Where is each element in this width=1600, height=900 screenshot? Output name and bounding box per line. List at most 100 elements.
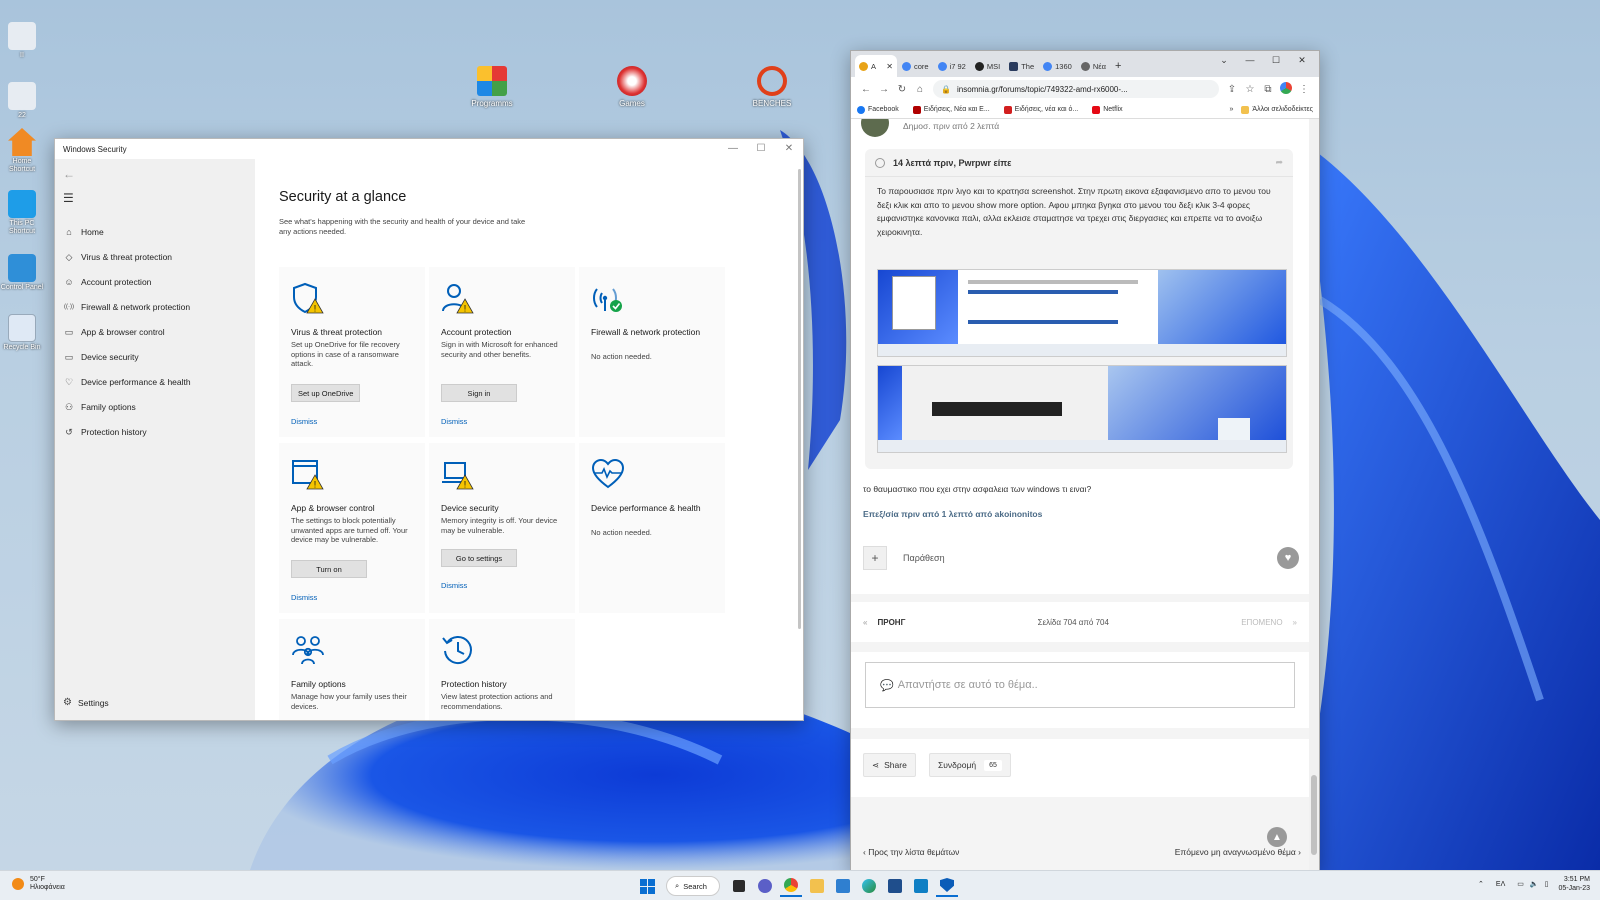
setup-onedrive-button[interactable]: Set up OneDrive [291, 384, 361, 402]
screenshot-image-1[interactable] [877, 269, 1287, 357]
avatar[interactable] [861, 119, 889, 137]
more-menu-icon[interactable]: ⋮ [1295, 84, 1313, 95]
battery-icon[interactable]: ▯ [1545, 880, 1549, 888]
turn-on-button[interactable]: Turn on [291, 560, 367, 578]
sidebar-item-device-security[interactable]: ▭ Device security [55, 344, 255, 369]
new-tab-button[interactable]: + [1111, 55, 1125, 77]
minimize-button[interactable]: — [719, 139, 747, 157]
close-button[interactable]: ✕ [1289, 55, 1315, 66]
home-icon[interactable]: ⌂ [911, 84, 929, 95]
reply-input[interactable]: 💬 Απαντήστε σε αυτό το θέμα.. [865, 662, 1295, 708]
scroll-top-icon[interactable]: ▲ [1267, 827, 1287, 847]
tab-search-icon[interactable]: ⌄ [1211, 55, 1237, 66]
bookmark-facebook[interactable]: Facebook [857, 105, 899, 114]
edge-button[interactable] [858, 875, 880, 897]
sidebar-item-account[interactable]: ☺ Account protection [55, 269, 255, 294]
sidebar-item-virus[interactable]: ◇ Virus & threat protection [55, 244, 255, 269]
language-indicator[interactable]: ΕΛ [1496, 881, 1505, 888]
desktop-icon-programs[interactable]: Programms [460, 66, 524, 108]
bookmark-news2[interactable]: Ειδήσεις, νέα και ό... [1003, 105, 1078, 114]
share-icon[interactable]: ⇪ [1223, 84, 1241, 95]
sidebar-item-history[interactable]: ↺ Protection history [55, 419, 255, 444]
sidebar-item-home[interactable]: ⌂ Home [55, 219, 255, 244]
desktop-icon-controlpanel[interactable]: Control Panel [0, 254, 44, 292]
clock[interactable]: 3:51 PM 05-Jan-23 [1558, 875, 1590, 893]
photos-button[interactable] [832, 875, 854, 897]
forward-icon[interactable]: → [875, 84, 893, 95]
search-box[interactable]: ⌕ Search [666, 876, 720, 896]
tab-close-icon[interactable]: ✕ [886, 62, 893, 71]
tab-active[interactable]: A ✕ [855, 55, 897, 77]
double-chevron-right-icon[interactable]: » [1293, 618, 1297, 627]
tab[interactable]: The [1005, 55, 1038, 77]
dismiss-link[interactable]: Dismiss [291, 593, 317, 602]
dismiss-link[interactable]: Dismiss [441, 581, 467, 590]
chrome-taskbar-button[interactable] [780, 875, 802, 897]
heart-reaction-icon[interactable]: ♥ [1277, 547, 1299, 569]
sign-in-button[interactable]: Sign in [441, 384, 517, 402]
maximize-button[interactable]: ☐ [747, 139, 775, 157]
bookmarks-overflow-icon[interactable]: » [1230, 106, 1234, 113]
quote-link-icon[interactable]: ➦ [1275, 157, 1283, 168]
sidebar-item-firewall[interactable]: ((·)) Firewall & network protection [55, 294, 255, 319]
task-view-button[interactable] [728, 875, 750, 897]
bookmark-news1[interactable]: Ειδήσεις, Νέα και Ε... [912, 105, 990, 114]
tab[interactable]: MSI [971, 55, 1004, 77]
network-icon[interactable]: ▭ [1517, 880, 1524, 888]
extensions-icon[interactable]: ⧉ [1259, 84, 1277, 95]
file-explorer-button[interactable] [806, 875, 828, 897]
screenshot-image-2[interactable] [877, 365, 1287, 453]
next-page-button[interactable]: ΕΠΟΜΕΝΟ [1241, 618, 1282, 627]
sidebar-item-app-browser[interactable]: ▭ App & browser control [55, 319, 255, 344]
desktop-icon-1[interactable]: ΙΙ [0, 22, 44, 60]
multiquote-plus-button[interactable]: + [863, 546, 887, 570]
go-to-settings-button[interactable]: Go to settings [441, 549, 517, 567]
desktop-icon-benches[interactable]: BENCHES [740, 66, 804, 108]
windows-security-taskbar-button[interactable] [936, 875, 958, 897]
hamburger-menu-icon[interactable]: ☰ [63, 191, 74, 205]
desktop-icon-home[interactable]: Home Shortcut [0, 128, 44, 174]
chevron-up-icon[interactable]: ⌃ [1478, 880, 1484, 888]
tab[interactable]: core [898, 55, 933, 77]
minimize-button[interactable]: — [1237, 55, 1263, 66]
dismiss-link[interactable]: Dismiss [441, 417, 467, 426]
star-icon[interactable]: ☆ [1241, 84, 1259, 95]
subscribe-button[interactable]: Συνδρομή 65 [929, 753, 1011, 777]
desktop-icon-recycle[interactable]: Recycle Bin [0, 314, 44, 352]
other-bookmarks[interactable]: Άλλοι σελιδοδείκτες [1241, 105, 1313, 114]
sidebar-item-settings[interactable]: ⚙ Settings [63, 697, 109, 708]
weather-widget[interactable]: 50°F Ηλιοφάνεια [12, 876, 65, 892]
page-indicator[interactable]: Σελίδα 704 από 704 [1038, 618, 1109, 627]
store-button[interactable] [884, 875, 906, 897]
maximize-button[interactable]: ☐ [1263, 55, 1289, 66]
bookmark-netflix[interactable]: Netflix [1092, 105, 1123, 114]
back-arrow-icon[interactable]: ← [63, 167, 75, 181]
reload-icon[interactable]: ↻ [893, 84, 911, 95]
scrollbar[interactable] [1309, 119, 1319, 871]
close-button[interactable]: ✕ [775, 139, 803, 157]
quote-button[interactable]: Παράθεση [903, 553, 945, 563]
app-button[interactable] [910, 875, 932, 897]
back-icon[interactable]: ← [857, 84, 875, 95]
prev-page-button[interactable]: ΠΡΟΗΓ [877, 618, 905, 627]
desktop-icon-games[interactable]: Games [600, 66, 664, 108]
scrollbar[interactable] [798, 169, 801, 629]
dismiss-link[interactable]: Dismiss [291, 417, 317, 426]
start-button[interactable] [636, 875, 658, 897]
profile-avatar[interactable] [1277, 81, 1295, 97]
share-button[interactable]: ⋖ Share [863, 753, 916, 777]
tab[interactable]: Νέα [1077, 55, 1110, 77]
next-unread-link[interactable]: Επόμενο μη αναγνωσμένο θέμα › [1175, 847, 1301, 857]
sidebar-item-family[interactable]: ⚇ Family options [55, 394, 255, 419]
volume-icon[interactable]: 🔈 [1530, 880, 1539, 888]
desktop-icon-2[interactable]: 22 [0, 82, 44, 120]
tab[interactable]: i7 92 [934, 55, 970, 77]
chat-button[interactable] [754, 875, 776, 897]
double-chevron-left-icon[interactable]: « [863, 618, 867, 627]
address-bar[interactable]: 🔒 insomnia.gr/forums/topic/749322-amd-rx… [933, 80, 1219, 98]
back-to-list-link[interactable]: ‹ Προς την λίστα θεμάτων [863, 847, 959, 857]
chevron-down-icon[interactable] [875, 157, 885, 168]
sidebar-item-performance[interactable]: ♡ Device performance & health [55, 369, 255, 394]
tab[interactable]: 1360 [1039, 55, 1076, 77]
desktop-icon-thispc[interactable]: This PC Shortcut [0, 190, 44, 236]
